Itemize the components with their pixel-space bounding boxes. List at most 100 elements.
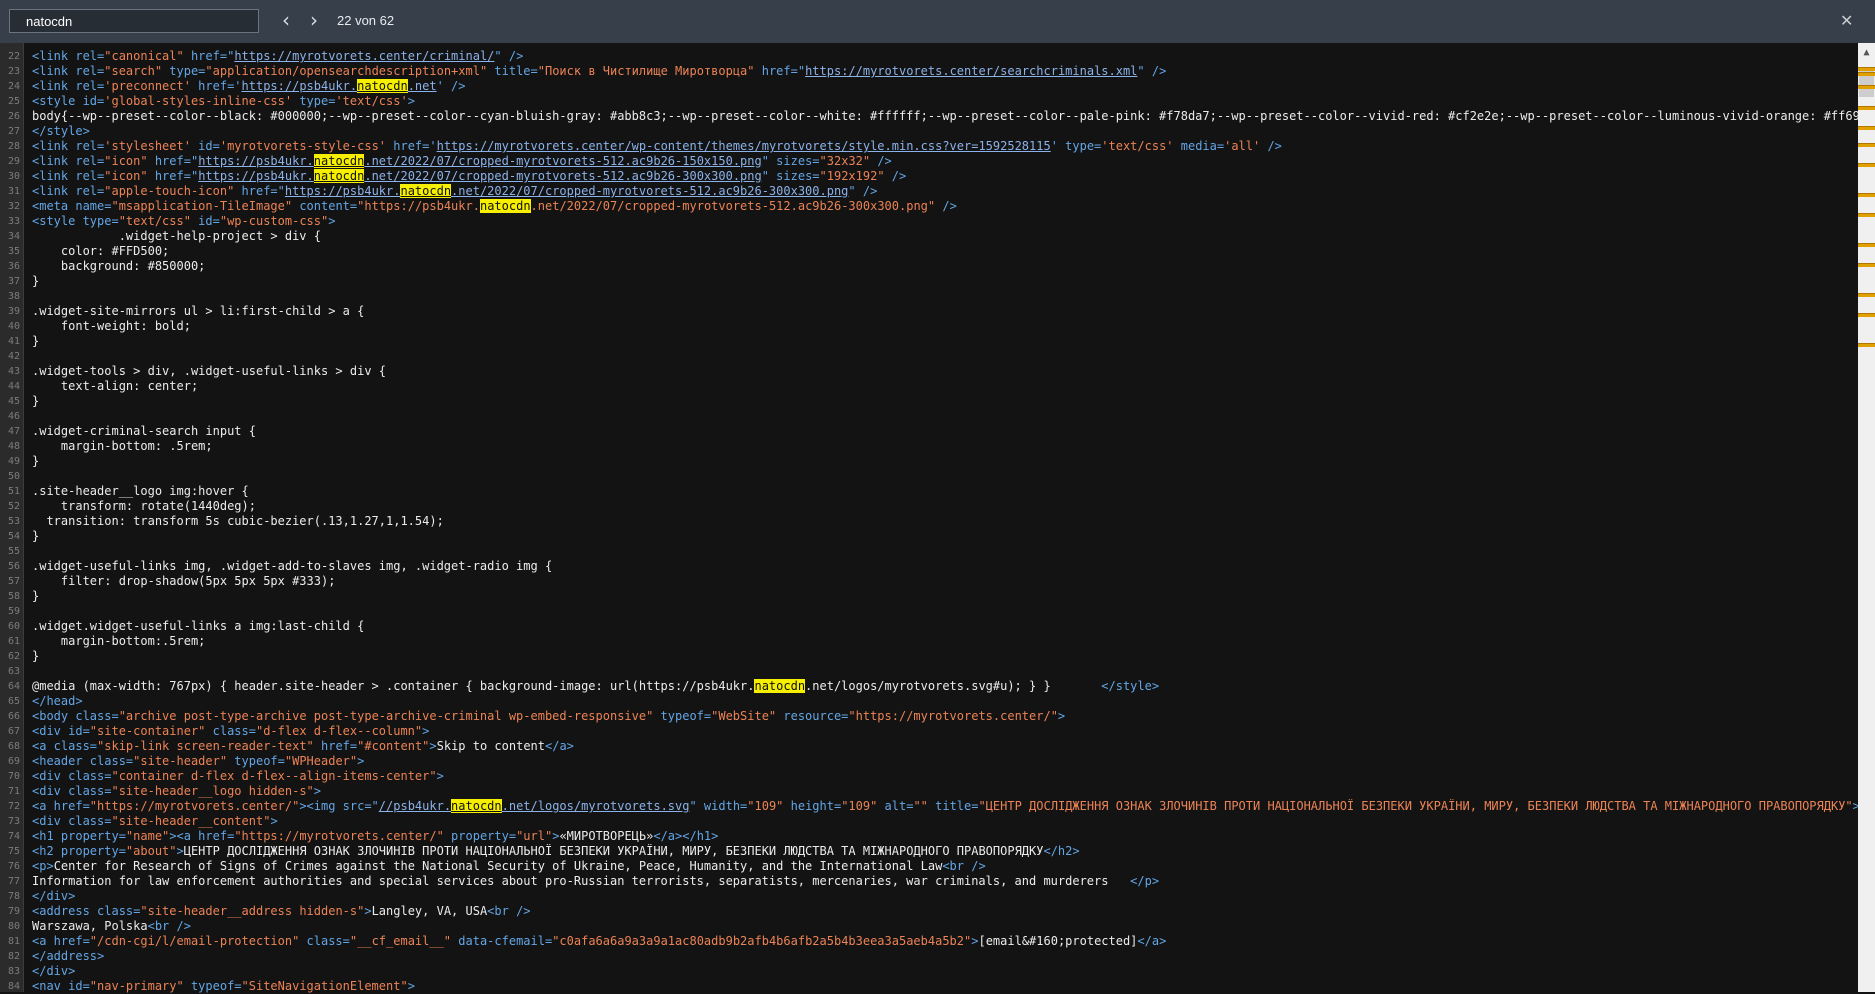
code-link[interactable]: https://myrotvorets.center/criminal/: [234, 49, 494, 63]
line-number: 69: [7, 756, 20, 767]
code-tag: ' type=: [1050, 139, 1102, 153]
code-line: 65 </head>: [0, 694, 1858, 709]
line-number: 52: [7, 501, 20, 512]
code-link[interactable]: https://myrotvorets.center/searchcrimina…: [805, 64, 1137, 78]
find-input[interactable]: [9, 9, 259, 33]
search-match-link[interactable]: natocdn: [313, 169, 365, 183]
scroll-up-arrow-icon[interactable]: ▲: [1858, 47, 1875, 58]
line-number: 66: [7, 711, 20, 722]
code-tag: />: [935, 199, 957, 213]
next-match-button[interactable]: ›: [302, 9, 326, 33]
line-source: <div id="site-container" class="d-flex d…: [32, 724, 429, 739]
code-link[interactable]: https://psb4ukr.: [198, 154, 314, 168]
code-text: .site-header__logo img:hover {: [32, 484, 249, 498]
code-line: 48 margin-bottom: .5rem;: [0, 439, 1858, 454]
vertical-scrollbar[interactable]: ▲: [1858, 43, 1875, 992]
code-tag: class=: [205, 724, 256, 738]
code-tag: >: [357, 754, 365, 768]
code-attr-value: "application/opensearchdescription+xml": [205, 64, 488, 78]
code-tag: >: [436, 769, 444, 783]
code-tag: />: [870, 154, 892, 168]
line-source: <link rel="icon" href="https://psb4ukr.n…: [32, 169, 906, 184]
search-match-link[interactable]: natocdn: [451, 799, 502, 813]
source-code-view: 22 <link rel="canonical" href="https://my…: [0, 49, 1858, 994]
code-link[interactable]: https://psb4ukr.: [198, 169, 314, 183]
code-line: 72 <a href="https://myrotvorets.center/">…: [0, 799, 1858, 814]
line-number: 23: [7, 66, 20, 77]
line-number: 38: [7, 291, 20, 302]
code-tag: <address class=: [32, 904, 141, 918]
match-marker: [1858, 67, 1875, 71]
code-link[interactable]: https://myrotvorets.center/wp-content/th…: [437, 139, 1051, 153]
code-line: 60 .widget.widget-useful-links a img:last…: [0, 619, 1858, 634]
code-tag: >: [328, 214, 336, 228]
code-line: 71 <div class="site-header__logo hidden-s…: [0, 784, 1858, 799]
line-number: 57: [7, 576, 20, 587]
code-text: }: [32, 274, 40, 288]
code-line: 23 <link rel="search" type="application/o…: [0, 64, 1858, 79]
line-source: <a href="/cdn-cgi/l/email-protection" cl…: [32, 934, 1166, 949]
code-link[interactable]: https://psb4ukr.: [242, 79, 358, 93]
search-match-link[interactable]: natocdn: [357, 79, 408, 93]
line-number: 79: [7, 906, 20, 917]
code-link[interactable]: .net: [408, 79, 437, 93]
code-link[interactable]: //psb4ukr.: [379, 799, 451, 813]
line-source: <h1 property="name"><a href="https://myr…: [32, 829, 718, 844]
code-tag: " sizes=: [761, 154, 820, 168]
code-tag: <link rel=: [32, 79, 105, 93]
code-tag: href=": [754, 64, 806, 78]
previous-match-button[interactable]: ‹: [274, 9, 298, 33]
code-link[interactable]: .net/logos/myrotvorets.svg: [502, 799, 690, 813]
code-tag: <br />: [942, 859, 986, 873]
code-tag: <a href=: [32, 934, 90, 948]
code-link[interactable]: .net/2022/07/cropped-myrotvorets-512.ac9…: [364, 169, 761, 183]
code-tag: <link rel=: [32, 139, 105, 153]
line-number: 42: [7, 351, 20, 362]
line-number: 40: [7, 321, 20, 332]
code-line: 79 <address class="site-header__address h…: [0, 904, 1858, 919]
line-number: 33: [7, 216, 20, 227]
code-line: 41}: [0, 334, 1858, 349]
code-text: }: [32, 334, 40, 348]
line-source: Warszawa, Polska<br />: [32, 919, 191, 934]
code-text: background: #850000;: [32, 259, 206, 273]
close-find-button[interactable]: ✕: [1840, 11, 1853, 30]
code-tag: >: [429, 739, 437, 753]
code-line: 40 font-weight: bold;: [0, 319, 1858, 334]
code-tag: title=: [487, 64, 538, 78]
search-match-link[interactable]: natocdn: [400, 184, 452, 198]
code-attr-value: 'all': [1224, 139, 1261, 153]
line-number: 59: [7, 606, 20, 617]
line-number: 51: [7, 486, 20, 497]
code-attr-value: "archive post-type-archive post-type-arc…: [118, 709, 654, 723]
code-attr-value: "d-flex d-flex--column": [255, 724, 423, 738]
code-line: 39 .widget-site-mirrors ul > li:first-chi…: [0, 304, 1858, 319]
line-number: 29: [7, 156, 20, 167]
code-tag: <nav id=: [32, 979, 90, 993]
code-tag: href=': [190, 79, 242, 93]
code-text: Skip to content: [436, 739, 545, 753]
code-link[interactable]: https://psb4ukr.: [285, 184, 401, 198]
code-text: transform: rotate(1440deg);: [32, 499, 256, 513]
code-tag: ><img src=": [299, 799, 379, 813]
code-line: 69 <header class="site-header" typeof="WP…: [0, 754, 1858, 769]
code-text: font-weight: bold;: [32, 319, 191, 333]
code-tag: " />: [848, 184, 878, 198]
code-line: 74 <h1 property="name"><a href="https://m…: [0, 829, 1858, 844]
code-link[interactable]: .net/2022/07/cropped-myrotvorets-512.ac9…: [364, 154, 761, 168]
code-tag: <h1 property=: [32, 829, 126, 843]
line-source: <p>Center for Research of Signs of Crime…: [32, 859, 986, 874]
line-number: 34: [7, 231, 20, 242]
code-text: body{--wp--preset--color--black: #000000…: [32, 109, 1858, 123]
code-line: 58}: [0, 589, 1858, 604]
line-number: 31: [7, 186, 20, 197]
code-tag: id=: [190, 214, 220, 228]
code-tag: >: [313, 784, 322, 798]
code-link[interactable]: .net/2022/07/cropped-myrotvorets-512.ac9…: [451, 184, 848, 198]
line-number: 75: [7, 846, 20, 857]
code-line: 57 filter: drop-shadow(5px 5px 5px #333)…: [0, 574, 1858, 589]
code-text: margin-bottom: .5rem;: [32, 439, 213, 453]
line-number: 22: [7, 51, 20, 62]
search-match-link[interactable]: natocdn: [313, 154, 365, 168]
line-number: 28: [7, 141, 20, 152]
